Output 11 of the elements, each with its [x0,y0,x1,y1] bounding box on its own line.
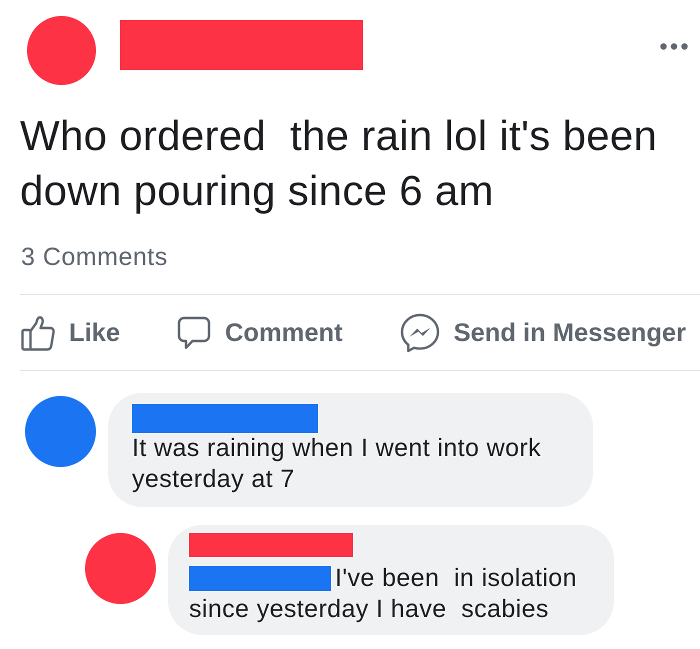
comment-text: I've been in isolation since yesterday I have scabies [189,563,578,625]
comment-text: It was raining when I went into work yesterday at 7 [132,433,542,495]
post-text: Who ordered the rain lol it's been down pouring since 6 am [20,111,658,216]
comment-count-link[interactable]: 3 Comments [21,242,168,272]
comment-button[interactable]: Comment [177,312,343,352]
lightning-chat-icon [400,312,440,352]
send-button[interactable]: Send in Messenger [400,312,686,352]
like-button[interactable]: Like [21,312,120,352]
more-icon[interactable] [660,43,688,50]
speech-bubble-icon [177,316,212,350]
thumbs-up-icon [21,314,55,350]
